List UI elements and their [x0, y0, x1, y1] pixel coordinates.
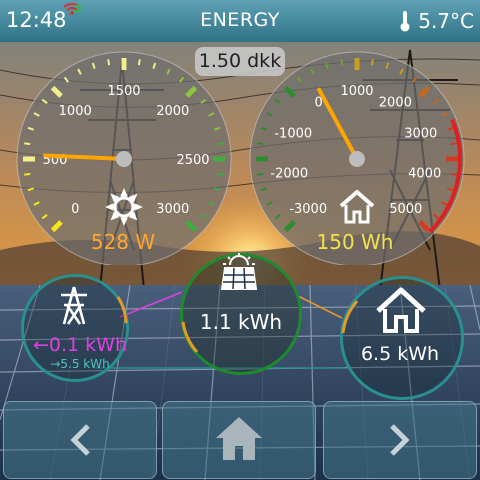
chevron-right-icon	[390, 424, 410, 456]
home-button[interactable]	[162, 401, 316, 479]
chevron-left-icon	[70, 424, 90, 456]
grid-to-solar-line	[119, 291, 183, 318]
home-icon	[216, 417, 262, 460]
grid-export-value: →5.5 kWh	[50, 357, 110, 371]
solar-panel-icon	[220, 253, 258, 290]
solar-flow-value: 1.1 kWh	[199, 310, 283, 334]
home-flow-value: 6.5 kWh	[360, 343, 440, 365]
grid-flow-value: ←0.1 kWh	[32, 334, 127, 356]
power-pylon-icon	[61, 286, 87, 325]
house-icon	[376, 287, 426, 333]
next-page-button[interactable]	[323, 401, 477, 479]
previous-page-button[interactable]	[3, 401, 157, 479]
solar-to-home-line	[295, 294, 343, 319]
energy-screen: 12:48 ENERGY 5.7°C 1.50 dkk 0 500 1000 1500…	[0, 0, 480, 480]
